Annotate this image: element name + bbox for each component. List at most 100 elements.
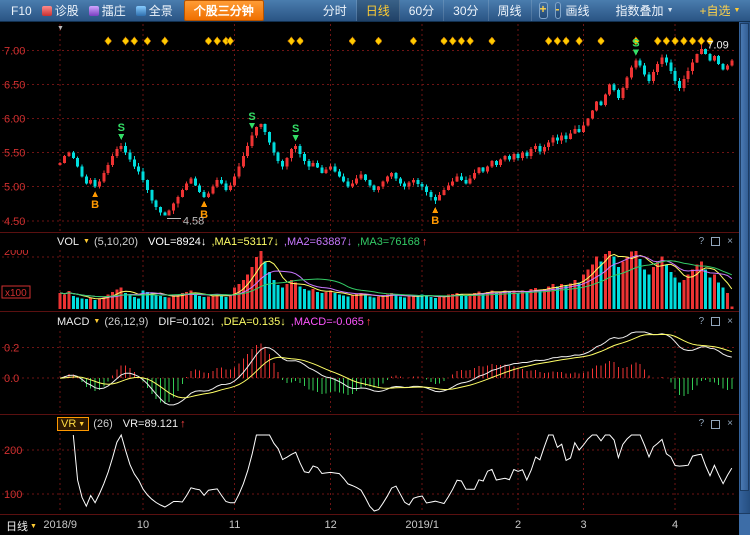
readout-segment: ↑ [180,418,186,430]
volume-bars [59,251,734,309]
svg-text:7.09: 7.09 [707,39,728,51]
date-label: 3 [559,519,609,531]
svg-text:S: S [632,38,639,50]
macd-title[interactable]: MACD [57,316,89,328]
vr-window-buttons: ? × [699,419,733,429]
add-watchlist-label: +自选 [700,2,731,19]
bottom-period-selector[interactable]: 日线 ▼ [6,518,37,534]
index-overlay-label: 指数叠加 [616,2,664,19]
readout-segment: ,MA2=63887↓ [281,236,352,248]
draw-line-button[interactable]: 画线 [566,2,590,19]
readout-segment: ↑ [366,316,372,328]
readout-segment: ,MACD=-0.065 [288,316,364,328]
index-overlay-button[interactable]: 指数叠加 ▼ [616,2,674,19]
toolbar-right-group: 画线 指数叠加 ▼ +自选 ▼ [561,2,750,19]
macd-plot [60,332,732,405]
svg-text:0.2: 0.2 [4,342,19,354]
bottom-axis-bar: 日线 ▼ 2018/91011122019/1234 [0,514,739,535]
vr-title: VR [61,418,76,430]
help-icon[interactable]: ? [699,419,705,429]
add-watchlist-button[interactable]: +自选 ▼ [700,2,741,19]
date-label: 10 [118,519,168,531]
date-label: 2019/1 [397,519,447,531]
svg-text:200: 200 [4,445,22,457]
vr-title-box[interactable]: VR ▼ [57,417,89,431]
date-label: 4 [650,519,700,531]
help-icon[interactable]: ? [699,317,705,327]
diagnose-icon [42,6,52,16]
vertical-scrollbar[interactable] [739,22,750,535]
vol-window-buttons: ? × [699,237,733,247]
date-label: 2 [493,519,543,531]
stock-3min-button[interactable]: 个股三分钟 [184,0,264,21]
signal-markers: BBBSSSS7.094.58 [91,37,729,227]
chevron-down-icon: ▼ [734,7,741,14]
scrollbar-corner [739,513,750,535]
readout-segment: VOL=8924↓ [148,236,206,248]
vol-panel-header: VOL ▼ (5,10,20) VOL=8924↓ ,MA1=53117↓ ,M… [0,232,739,250]
readout-segment: VR=89.121 [123,418,178,430]
chevron-down-icon[interactable]: ▼ [93,318,100,325]
chevron-down-icon[interactable]: ▼ [83,238,90,245]
close-icon[interactable]: × [727,419,733,429]
banker-monitor-button[interactable]: 擂庄 [89,2,126,19]
top-toolbar: F10 诊股 擂庄 全景 个股三分钟 分时 日线 60分 30分 周线 + - … [0,0,750,22]
svg-text:5.00: 5.00 [4,182,25,194]
chart-canvas[interactable]: 7.006.506.005.505.004.502000x1000.20.020… [0,22,739,514]
svg-text:7.00: 7.00 [4,45,25,57]
svg-text:S: S [292,123,299,135]
vol-title[interactable]: VOL [57,236,79,248]
vr-params: (26) [93,418,113,430]
close-icon[interactable]: × [727,317,733,327]
maximize-icon[interactable] [711,317,720,326]
svg-text:x100: x100 [5,288,27,299]
svg-text:B: B [431,215,439,227]
date-label: 11 [210,519,260,531]
chevron-down-icon: ▼ [667,7,674,14]
svg-text:B: B [91,199,99,211]
chevron-down-icon: ▼ [78,421,85,428]
diagnose-stock-button[interactable]: 诊股 [42,2,79,19]
panorama-icon [136,6,146,16]
zoom-in-button[interactable]: + [539,2,548,19]
panorama-label: 全景 [149,2,173,19]
main-chart-dropdown[interactable]: ▼ [57,25,64,32]
svg-text:6.50: 6.50 [4,80,25,92]
svg-text:6.00: 6.00 [4,114,25,126]
stock-chart-app: F10 诊股 擂庄 全景 个股三分钟 分时 日线 60分 30分 周线 + - … [0,0,750,535]
macd-readout: DIF=0.102↓ ,DEA=0.135↓ ,MACD=-0.065↑ [158,316,373,328]
svg-text:4.58: 4.58 [183,215,204,227]
period-tab-fenshi[interactable]: 分时 [314,0,357,21]
svg-text:5.50: 5.50 [4,148,25,160]
readout-segment: ,MA1=53117↓ [208,236,278,248]
banker-icon [89,6,99,16]
period-tab-weekly[interactable]: 周线 [489,0,532,21]
panorama-button[interactable]: 全景 [136,2,173,19]
maximize-icon[interactable] [711,420,720,429]
close-icon[interactable]: × [727,237,733,247]
svg-text:100: 100 [4,489,22,501]
period-tab-30min[interactable]: 30分 [444,0,488,21]
macd-window-buttons: ? × [699,317,733,327]
readout-segment: ↑ [422,236,428,248]
svg-text:4.50: 4.50 [4,216,25,228]
vol-params: (5,10,20) [94,236,138,248]
period-tab-60min[interactable]: 60分 [400,0,444,21]
svg-text:S: S [118,122,125,134]
date-label: 12 [306,519,356,531]
period-tab-daily[interactable]: 日线 [357,0,400,21]
svg-text:S: S [248,111,255,123]
candlestick-series [59,44,734,215]
vol-readout: VOL=8924↓ ,MA1=53117↓ ,MA2=63887↓ ,MA3=7… [148,236,429,248]
readout-segment: ,MA3=76168 [354,236,420,248]
maximize-icon[interactable] [711,237,720,246]
readout-segment: ,DEA=0.135↓ [218,316,286,328]
vr-plot [73,435,732,511]
vr-readout: VR=89.121↑ [123,418,188,430]
diagnose-label: 诊股 [55,2,79,19]
scrollbar-thumb[interactable] [740,23,749,491]
macd-panel-header: MACD ▼ (26,12,9) DIF=0.102↓ ,DEA=0.135↓ … [0,311,739,331]
help-icon[interactable]: ? [699,237,705,247]
f10-button[interactable]: F10 [11,4,32,18]
banker-label: 擂庄 [102,2,126,19]
